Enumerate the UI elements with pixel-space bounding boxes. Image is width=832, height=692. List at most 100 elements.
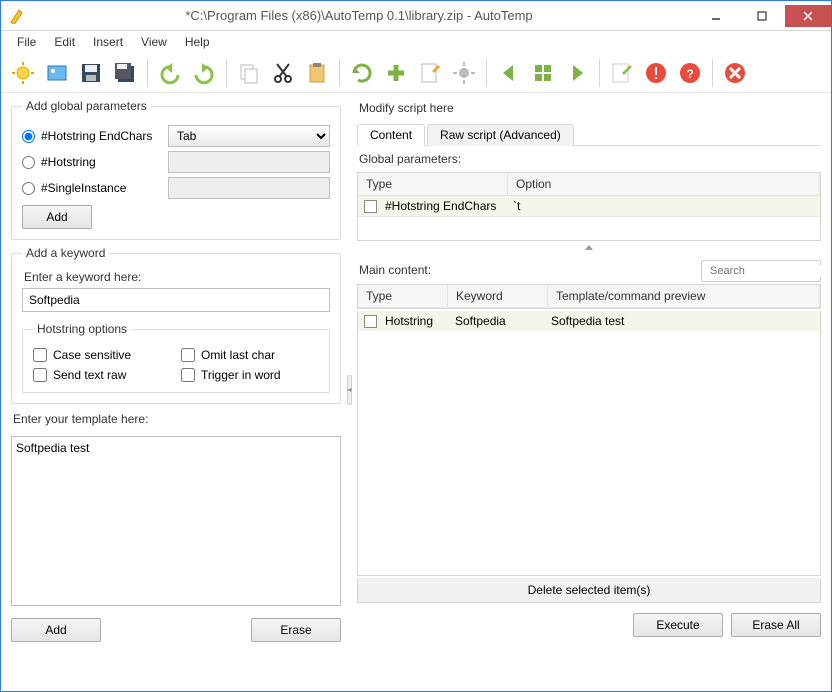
global-params-legend: Add global parameters — [22, 99, 151, 113]
toolbar-separator — [712, 59, 713, 87]
check-omit-last-char[interactable]: Omit last char — [181, 348, 319, 362]
global-row[interactable]: #Hotstring EndChars `t — [358, 196, 820, 216]
minimize-button[interactable] — [693, 5, 739, 27]
svg-text:?: ? — [686, 67, 693, 81]
menu-view[interactable]: View — [133, 33, 175, 51]
menu-help[interactable]: Help — [177, 33, 218, 51]
main-th-keyword[interactable]: Keyword — [448, 285, 548, 307]
help-button[interactable]: ? — [674, 57, 706, 89]
global-th-option[interactable]: Option — [508, 173, 820, 195]
delete-icon — [723, 61, 747, 85]
refresh-button[interactable] — [346, 57, 378, 89]
tab-content[interactable]: Content — [357, 124, 425, 146]
template-textarea[interactable]: Softpedia test — [11, 436, 341, 606]
alert-button[interactable] — [640, 57, 672, 89]
main-table-body: Hotstring Softpedia Softpedia test — [357, 311, 821, 576]
keyword-legend: Add a keyword — [22, 246, 109, 260]
redo-button[interactable] — [188, 57, 220, 89]
alert-icon — [644, 61, 668, 85]
keyword-prompt: Enter a keyword here: — [24, 270, 330, 284]
maximize-button[interactable] — [739, 5, 785, 27]
toolbar-separator — [147, 59, 148, 87]
global-params-table: Type Option #Hotstring EndChars `t — [357, 172, 821, 241]
gear-button[interactable] — [448, 57, 480, 89]
radio-singleinstance[interactable]: #SingleInstance — [22, 181, 162, 195]
forward-button[interactable] — [561, 57, 593, 89]
sun-button[interactable] — [7, 57, 39, 89]
refresh-icon — [350, 61, 374, 85]
edit-icon — [418, 61, 442, 85]
combo-hotstring-endchars[interactable]: Tab — [168, 125, 330, 147]
save-button[interactable] — [75, 57, 107, 89]
row-checkbox[interactable] — [364, 315, 377, 328]
cut-button[interactable] — [267, 57, 299, 89]
combo-hotstring[interactable] — [168, 151, 330, 173]
erase-all-button[interactable]: Erase All — [731, 613, 821, 637]
menubar: File Edit Insert View Help — [1, 31, 831, 53]
compose-icon — [610, 61, 634, 85]
save-all-button[interactable] — [109, 57, 141, 89]
undo-button[interactable] — [154, 57, 186, 89]
content: Add global parameters #Hotstring EndChar… — [1, 93, 831, 691]
grid-button[interactable] — [527, 57, 559, 89]
keyword-fieldset: Add a keyword Enter a keyword here: Hots… — [11, 246, 341, 404]
right-panel: Modify script here Content Raw script (A… — [357, 99, 821, 681]
left-panel: Add global parameters #Hotstring EndChar… — [11, 99, 341, 681]
edit-button[interactable] — [414, 57, 446, 89]
app-icon — [9, 8, 25, 24]
paste-button[interactable] — [301, 57, 333, 89]
back-button[interactable] — [493, 57, 525, 89]
sun-icon — [11, 61, 35, 85]
template-prompt: Enter your template here: — [13, 412, 341, 426]
toolbar-separator — [226, 59, 227, 87]
toolbar-separator — [486, 59, 487, 87]
undo-icon — [158, 61, 182, 85]
divider-handle[interactable] — [357, 245, 821, 250]
combo-singleinstance[interactable] — [168, 177, 330, 199]
global-params-label: Global parameters: — [359, 152, 821, 166]
global-th-type[interactable]: Type — [358, 173, 508, 195]
erase-template-button[interactable]: Erase — [251, 618, 341, 642]
keyword-input[interactable] — [22, 288, 330, 312]
splitter[interactable]: ◂ — [345, 99, 353, 681]
main-th-type[interactable]: Type — [358, 285, 448, 307]
close-button[interactable] — [785, 5, 831, 27]
redo-icon — [192, 61, 216, 85]
toolbar: ? — [1, 53, 831, 93]
tab-raw-script[interactable]: Raw script (Advanced) — [427, 124, 574, 146]
main-th-preview[interactable]: Template/command preview — [548, 285, 820, 307]
global-row-type: #Hotstring EndChars — [381, 199, 509, 213]
hotstring-options-fieldset: Hotstring options Case sensitive Omit la… — [22, 322, 330, 393]
check-trigger-in-word[interactable]: Trigger in word — [181, 368, 319, 382]
paste-icon — [305, 61, 329, 85]
window-controls — [693, 5, 831, 27]
check-send-text-raw[interactable]: Send text raw — [33, 368, 171, 382]
add-global-button[interactable]: Add — [22, 205, 92, 229]
titlebar: *C:\Program Files (x86)\AutoTemp 0.1\lib… — [1, 1, 831, 31]
search-input[interactable] — [710, 265, 831, 277]
row-checkbox[interactable] — [364, 200, 377, 213]
grid-icon — [531, 61, 555, 85]
radio-hotstring[interactable]: #Hotstring — [22, 155, 162, 169]
plus-button[interactable] — [380, 57, 412, 89]
back-icon — [497, 61, 521, 85]
main-row[interactable]: Hotstring Softpedia Softpedia test — [358, 311, 820, 331]
check-case-sensitive[interactable]: Case sensitive — [33, 348, 171, 362]
add-template-button[interactable]: Add — [11, 618, 101, 642]
delete-button[interactable] — [719, 57, 751, 89]
execute-button[interactable]: Execute — [633, 613, 723, 637]
global-params-fieldset: Add global parameters #Hotstring EndChar… — [11, 99, 341, 240]
menu-file[interactable]: File — [9, 33, 44, 51]
tabs: Content Raw script (Advanced) — [357, 123, 821, 146]
image-button[interactable] — [41, 57, 73, 89]
menu-insert[interactable]: Insert — [85, 33, 131, 51]
menu-edit[interactable]: Edit — [46, 33, 83, 51]
search-box[interactable] — [701, 260, 821, 282]
radio-hotstring-endchars[interactable]: #Hotstring EndChars — [22, 129, 162, 143]
copy-button[interactable] — [233, 57, 265, 89]
save-icon — [79, 61, 103, 85]
compose-button[interactable] — [606, 57, 638, 89]
main-row-preview: Softpedia test — [547, 314, 628, 328]
main-row-type: Hotstring — [381, 314, 451, 328]
delete-selected-button[interactable]: Delete selected item(s) — [357, 578, 821, 603]
